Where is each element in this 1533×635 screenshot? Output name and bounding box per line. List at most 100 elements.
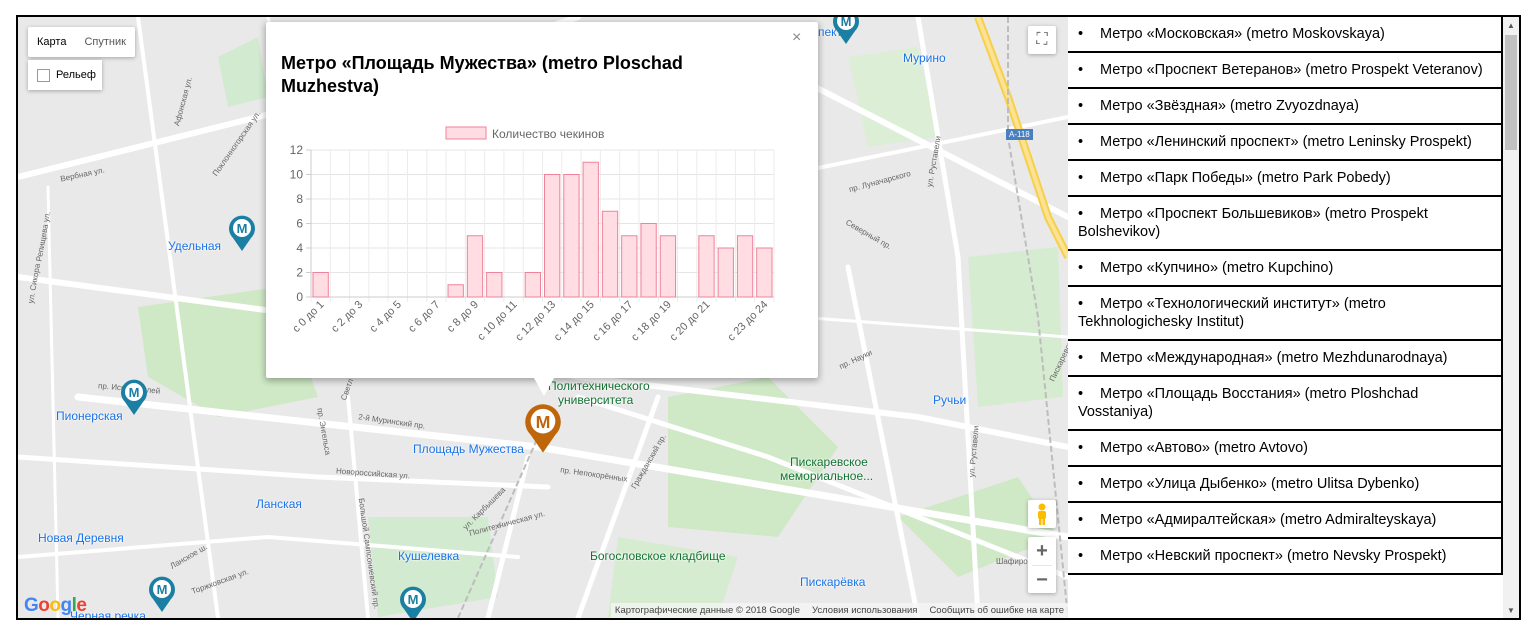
place-label-udelnaya[interactable]: Удельная	[168, 239, 221, 253]
scroll-up-arrow-icon[interactable]: ▲	[1503, 17, 1519, 33]
svg-text:M: M	[408, 592, 419, 607]
list-bullet: •	[1078, 206, 1084, 222]
pegman-icon	[1038, 503, 1046, 525]
scroll-down-arrow-icon[interactable]: ▼	[1503, 602, 1519, 618]
metro-pin-selected-ploschad-muzhestva[interactable]: M	[522, 402, 564, 454]
metro-pin-lesnaya[interactable]: M	[398, 585, 428, 618]
metro-list-item[interactable]: • Метро «Международная» (metro Mezhdunaro…	[1068, 341, 1503, 377]
metro-list-item[interactable]: • Метро «Парк Победы» (metro Park Pobedy)	[1068, 161, 1503, 197]
google-logo[interactable]: Google	[24, 595, 87, 617]
place-label-kushelevka[interactable]: Кушелевка	[398, 549, 459, 563]
metro-list-item-label: Метро «Адмиралтейская» (metro Admiraltey…	[1100, 512, 1437, 528]
map-type-satellite-tab[interactable]: Спутник	[75, 27, 134, 57]
bar	[544, 174, 561, 298]
metro-pin-chernaya-rechka[interactable]: M	[147, 575, 177, 613]
checkins-bar-chart: Количество чекинов 0 2 4 6 8 10 12 с 0 до 1с 2 д…	[290, 126, 775, 344]
place-label-bogoslovskoe[interactable]: Богословское кладбище	[590, 549, 726, 563]
bar	[640, 223, 657, 298]
relief-checkbox[interactable]: Рельеф	[28, 60, 102, 90]
metro-list-item[interactable]: • Метро «Площадь Восстания» (metro Ploshc…	[1068, 377, 1503, 431]
list-bullet: •	[1078, 260, 1084, 276]
place-label-piskarevskoe-2[interactable]: мемориальное...	[780, 469, 873, 483]
metro-list-item-label: Метро «Площадь Восстания» (metro Ploshch…	[1078, 386, 1419, 420]
metro-list-item[interactable]: • Метро «Звёздная» (metro Zvyozdnaya)	[1068, 89, 1503, 125]
list-bullet: •	[1078, 440, 1084, 456]
metro-list-item-label: Метро «Проспект Ветеранов» (metro Prospe…	[1100, 62, 1483, 78]
map[interactable]: Карта Спутник Рельеф Удельная Пионерская…	[18, 17, 1068, 618]
street-view-button[interactable]	[1028, 500, 1056, 528]
bar	[717, 247, 734, 298]
place-label-piskarevka[interactable]: Пискарёвка	[800, 575, 865, 589]
metro-pin-udelnaya[interactable]: M	[227, 214, 257, 252]
metro-list-item[interactable]: • Метро «Автово» (metro Avtovo)	[1068, 431, 1503, 467]
map-attribution: Картографические данные © 2018 Google Ус…	[610, 603, 1068, 618]
metro-list-item[interactable]: • Метро «Проспект Большевиков» (metro Pro…	[1068, 197, 1503, 251]
list-bullet: •	[1078, 62, 1084, 78]
metro-list-item-label: Метро «Купчино» (metro Kupchino)	[1100, 260, 1334, 276]
bar	[524, 272, 542, 298]
metro-list-item-label: Метро «Проспект Большевиков» (metro Pros…	[1078, 206, 1428, 240]
list-bullet: •	[1078, 476, 1084, 492]
bar	[466, 235, 484, 298]
relief-label: Рельеф	[56, 69, 96, 81]
metro-list-item[interactable]: • Метро «Купчино» (metro Kupchino)	[1068, 251, 1503, 287]
info-window-title: Метро «Площадь Мужества» (metro Ploschad…	[281, 53, 683, 97]
y-tick-label: 8	[296, 192, 303, 206]
bar	[621, 235, 638, 298]
x-tick-label: с 0 до 1	[290, 299, 326, 335]
metro-list-item[interactable]: • Метро «Невский проспект» (metro Nevsky …	[1068, 539, 1503, 575]
page-frame: Карта Спутник Рельеф Удельная Пионерская…	[16, 15, 1521, 620]
metro-list-item-label: Метро «Парк Победы» (metro Park Pobedy)	[1100, 170, 1391, 186]
y-tick-label: 2	[296, 266, 303, 280]
metro-list-item-label: Метро «Технологический институт» (metro …	[1078, 296, 1386, 330]
scroll-thumb[interactable]	[1505, 35, 1517, 150]
zoom-in-button[interactable]: +	[1028, 537, 1056, 565]
metro-list-item[interactable]: • Метро «Московская» (metro Moskovskaya)	[1068, 17, 1503, 53]
map-type-map-tab[interactable]: Карта	[28, 27, 75, 57]
metro-list-item[interactable]: • Метро «Ленинский проспект» (metro Lenin…	[1068, 125, 1503, 161]
svg-text:M: M	[841, 17, 852, 29]
place-label-ploschad-muzhestva[interactable]: Площадь Мужества	[413, 442, 524, 456]
list-bullet: •	[1078, 170, 1084, 186]
zoom-out-button[interactable]: −	[1028, 566, 1056, 594]
metro-list-item[interactable]: • Метро «Проспект Ветеранов» (metro Prosp…	[1068, 53, 1503, 89]
list-bullet: •	[1078, 26, 1084, 42]
place-label-novaya-derevnya[interactable]: Новая Деревня	[38, 531, 124, 545]
list-scrollbar[interactable]: ▲ ▼	[1503, 17, 1519, 618]
place-label-polytech-2[interactable]: университета	[558, 393, 633, 407]
metro-list-item[interactable]: • Метро «Адмиралтейская» (metro Admiralte…	[1068, 503, 1503, 539]
x-tick-label: с 18 до 19	[629, 299, 674, 344]
place-label-piskarevskoe-1[interactable]: Пискаревское	[790, 455, 868, 469]
close-icon[interactable]: ×	[792, 29, 801, 47]
metro-list-item[interactable]: • Метро «Технологический институт» (metro…	[1068, 287, 1503, 341]
terms-link[interactable]: Условия использования	[812, 605, 917, 616]
svg-text:M: M	[237, 221, 248, 236]
place-label-ruchi[interactable]: Ручьи	[933, 393, 966, 407]
bar	[312, 272, 329, 298]
y-tick-label: 4	[296, 241, 303, 255]
x-tick-label: с 12 до 13	[513, 299, 558, 344]
legend-label: Количество чекинов	[492, 127, 604, 141]
relief-checkbox-box[interactable]	[37, 68, 50, 82]
y-tick-label: 12	[290, 143, 304, 157]
report-error-link[interactable]: Сообщить об ошибке на карте	[929, 605, 1064, 616]
place-label-polytech-1[interactable]: Политехнического	[548, 379, 650, 393]
place-label-lanskaya[interactable]: Ланская	[256, 497, 302, 511]
place-label-murino[interactable]: Мурино	[903, 51, 946, 65]
x-tick-label: с 6 до 7	[406, 299, 442, 335]
x-tick-label: с 14 до 15	[552, 299, 597, 344]
y-tick-label: 6	[296, 217, 303, 231]
place-label-pionerskaya[interactable]: Пионерская	[56, 409, 123, 423]
metro-list-item-label: Метро «Московская» (metro Moskovskaya)	[1100, 26, 1385, 42]
metro-pin-prospekt[interactable]: M	[831, 17, 861, 45]
metro-list-item-label: Метро «Невский проспект» (metro Nevsky P…	[1100, 548, 1447, 564]
list-bullet: •	[1078, 296, 1084, 312]
metro-list-item[interactable]: • Метро «Улица Дыбенко» (metro Ulitsa Dyb…	[1068, 467, 1503, 503]
list-bullet: •	[1078, 386, 1084, 402]
metro-pin-pionerskaya[interactable]: M	[119, 378, 149, 416]
list-bullet: •	[1078, 134, 1084, 150]
bar	[659, 235, 677, 298]
map-type-control: Карта Спутник	[28, 27, 135, 57]
bar	[756, 247, 773, 298]
fullscreen-button[interactable]: ⛶	[1028, 26, 1056, 54]
